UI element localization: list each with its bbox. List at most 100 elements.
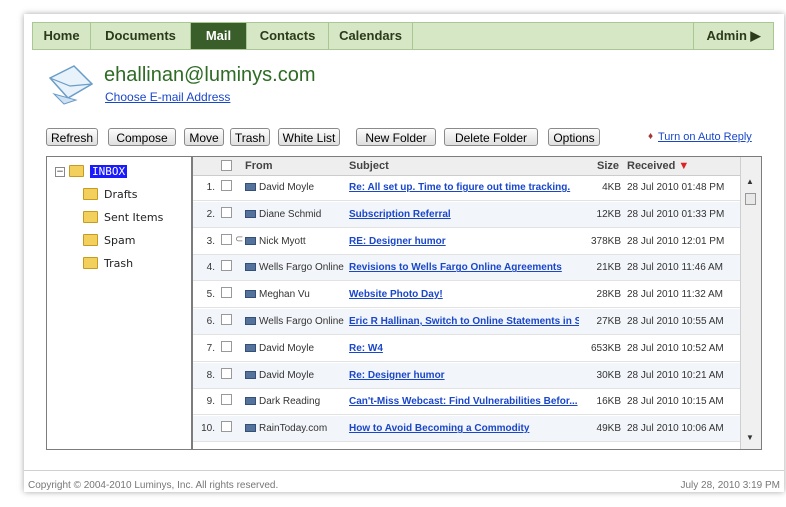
compose-button[interactable]: Compose bbox=[108, 128, 176, 146]
mail-envelope-icon bbox=[48, 65, 94, 105]
table-row[interactable]: 1. David Moyle Re: All set up. Time to fig… bbox=[193, 175, 741, 201]
message-size: 12KB bbox=[596, 208, 621, 220]
delete-folder-button[interactable]: Delete Folder bbox=[444, 128, 538, 146]
message-size: 28KB bbox=[596, 289, 621, 301]
folder-label: Trash bbox=[104, 257, 134, 270]
folder-icon bbox=[83, 188, 98, 200]
received-date: 28 Jul 2010 10:15 AM bbox=[627, 396, 724, 408]
row-checkbox[interactable] bbox=[221, 367, 232, 379]
scroll-down-icon[interactable]: ▼ bbox=[746, 433, 754, 442]
subject-link[interactable]: Re: W4 bbox=[349, 343, 579, 354]
white-list-button[interactable]: White List bbox=[278, 128, 340, 146]
tab-mail[interactable]: Mail bbox=[191, 23, 247, 49]
tab-documents[interactable]: Documents bbox=[91, 23, 191, 49]
admin-menu[interactable]: Admin ▶ bbox=[693, 23, 773, 49]
subject-link[interactable]: Re: Designer humor bbox=[349, 370, 579, 381]
message-size: 16KB bbox=[596, 396, 621, 408]
row-number: 8. bbox=[206, 369, 215, 381]
list-header: From Subject Size Received ▼ bbox=[193, 157, 741, 176]
subject-link[interactable]: Revisions to Wells Fargo Online Agreemen… bbox=[349, 262, 579, 273]
folder-drafts[interactable]: Drafts bbox=[83, 186, 137, 204]
folder-icon bbox=[83, 234, 98, 246]
row-checkbox[interactable] bbox=[221, 180, 232, 191]
envelope-icon bbox=[245, 370, 256, 379]
row-checkbox[interactable] bbox=[221, 233, 232, 245]
message-size: 378KB bbox=[590, 235, 621, 247]
subject-link[interactable]: Subscription Referral bbox=[349, 209, 579, 220]
folder-icon bbox=[69, 165, 84, 177]
tab-home[interactable]: Home bbox=[33, 23, 91, 49]
auto-reply-link[interactable]: Turn on Auto Reply bbox=[658, 131, 752, 143]
scroll-up-icon[interactable]: ▲ bbox=[746, 177, 754, 186]
tab-contacts[interactable]: Contacts bbox=[247, 23, 329, 49]
message-list: From Subject Size Received ▼ 1. David Moy… bbox=[192, 156, 762, 450]
folder-inbox[interactable]: − INBOX bbox=[55, 163, 128, 181]
row-checkbox[interactable] bbox=[221, 394, 232, 406]
table-row[interactable]: 7. David Moyle Re: W4 653KB 28 Jul 2010 10:5… bbox=[193, 336, 741, 362]
received-date: 28 Jul 2010 01:33 PM bbox=[627, 208, 725, 220]
subject-link[interactable]: Can't-Miss Webcast: Find Vulnerabilities… bbox=[349, 396, 579, 407]
row-checkbox[interactable] bbox=[221, 206, 232, 218]
new-folder-button[interactable]: New Folder bbox=[356, 128, 436, 146]
collapse-icon[interactable]: − bbox=[55, 167, 65, 177]
received-column-header[interactable]: Received ▼ bbox=[627, 160, 689, 172]
options-button[interactable]: Options bbox=[548, 128, 600, 146]
from-column-header[interactable]: From bbox=[245, 160, 273, 172]
envelope-icon bbox=[245, 317, 256, 325]
row-number: 5. bbox=[206, 289, 215, 301]
envelope-icon bbox=[245, 343, 256, 352]
subject-link[interactable]: Re: All set up. Time to figure out time … bbox=[349, 182, 579, 193]
table-row[interactable]: 8. David Moyle Re: Designer humor 30KB 28 Ju… bbox=[193, 362, 741, 389]
envelope-icon bbox=[245, 397, 256, 406]
table-row[interactable]: 2. Diane Schmid Subscription Referral 12KB 2… bbox=[193, 201, 741, 228]
folder-label: Drafts bbox=[104, 188, 138, 201]
sender-name: Wells Fargo Online bbox=[259, 262, 344, 274]
subject-link[interactable]: Website Photo Day! bbox=[349, 289, 579, 300]
subject-link[interactable]: RE: Designer humor bbox=[349, 236, 579, 247]
row-checkbox[interactable] bbox=[221, 287, 232, 299]
table-row[interactable]: 5. Meghan Vu Website Photo Day! 28KB 28 Jul … bbox=[193, 282, 741, 309]
mailbox-address-title: ehallinan@luminys.com bbox=[104, 64, 316, 86]
row-checkbox[interactable] bbox=[221, 260, 232, 272]
subject-link[interactable]: Eric R Hallinan, Switch to Online Statem… bbox=[349, 316, 579, 327]
envelope-icon bbox=[245, 236, 256, 245]
sender-name: RainToday.com bbox=[259, 423, 328, 435]
message-size: 49KB bbox=[596, 423, 621, 435]
envelope-icon bbox=[245, 263, 256, 272]
row-checkbox[interactable] bbox=[221, 314, 232, 325]
row-checkbox[interactable] bbox=[221, 340, 232, 352]
folder-label: INBOX bbox=[90, 165, 128, 178]
row-number: 3. bbox=[206, 235, 215, 247]
table-row[interactable]: 10. RainToday.com How to Avoid Becoming a … bbox=[193, 416, 741, 443]
message-size: 4KB bbox=[602, 182, 621, 193]
footer-divider bbox=[24, 470, 784, 471]
subject-column-header[interactable]: Subject bbox=[349, 160, 389, 172]
size-column-header[interactable]: Size bbox=[597, 160, 619, 172]
select-all-checkbox[interactable] bbox=[221, 160, 232, 171]
scroll-thumb[interactable] bbox=[745, 193, 756, 205]
envelope-icon bbox=[245, 424, 256, 433]
table-row[interactable]: 3. Nick Myott RE: Designer humor 378KB 28 Ju… bbox=[193, 229, 741, 255]
table-row[interactable]: 9. Dark Reading Can't-Miss Webcast: Find V… bbox=[193, 389, 741, 416]
subject-link[interactable]: How to Avoid Becoming a Commodity bbox=[349, 423, 579, 434]
trash-button[interactable]: Trash bbox=[230, 128, 270, 146]
refresh-button[interactable]: Refresh bbox=[46, 128, 98, 146]
table-row[interactable]: 6. Wells Fargo Online Eric R Hallinan, Swi… bbox=[193, 309, 741, 335]
folder-sent-items[interactable]: Sent Items bbox=[83, 209, 163, 227]
received-date: 28 Jul 2010 11:46 AM bbox=[627, 262, 723, 274]
row-number: 1. bbox=[206, 182, 215, 193]
received-date: 28 Jul 2010 10:52 AM bbox=[627, 342, 724, 354]
attachment-icon: ⊂ bbox=[235, 233, 244, 245]
sender-name: David Moyle bbox=[259, 182, 315, 193]
move-button[interactable]: Move bbox=[184, 128, 224, 146]
sort-desc-icon: ▼ bbox=[678, 160, 690, 172]
tab-calendars[interactable]: Calendars bbox=[329, 23, 413, 49]
list-scrollbar[interactable]: ▲ ▼ bbox=[740, 157, 761, 449]
row-number: 7. bbox=[206, 342, 215, 354]
table-row[interactable]: 4. Wells Fargo Online Revisions to Wells F… bbox=[193, 255, 741, 282]
envelope-icon bbox=[245, 183, 256, 191]
row-checkbox[interactable] bbox=[221, 421, 232, 433]
folder-trash[interactable]: Trash bbox=[83, 255, 133, 273]
choose-email-link[interactable]: Choose E-mail Address bbox=[105, 90, 230, 104]
folder-spam[interactable]: Spam bbox=[83, 232, 135, 250]
